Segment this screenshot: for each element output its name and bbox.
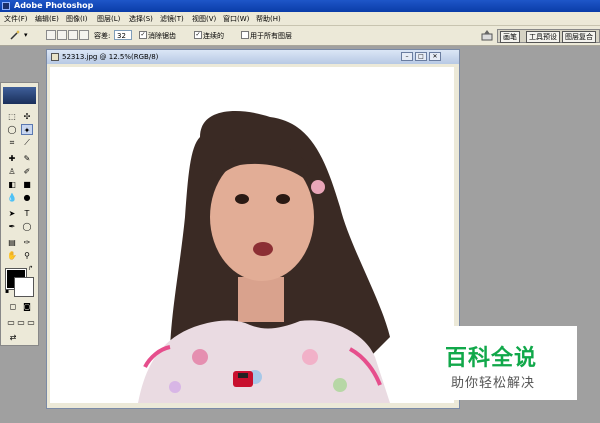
menu-filter[interactable]: 滤镜(T) bbox=[160, 14, 184, 24]
all-layers-label: 用于所有图层 bbox=[250, 32, 292, 40]
tab-brushes[interactable]: 画笔 bbox=[500, 31, 520, 43]
standard-mode-icon[interactable]: ◻ bbox=[7, 301, 19, 312]
quick-mask-mode-icon[interactable]: ◙ bbox=[21, 301, 33, 312]
toolbox: ⬚ ✣ ◯ ✦ ⌗ ⟋ ✚ ✎ ♙ ✐ ◧ ■ 💧 ● ➤ T ✒ ◯ ▤ ✑ … bbox=[0, 82, 39, 346]
watermark-subtitle: 助你轻松解决 bbox=[451, 376, 536, 391]
watermark-overlay: 百科全说 助你轻松解决 bbox=[411, 326, 577, 400]
crop-tool-icon[interactable]: ⌗ bbox=[6, 137, 18, 148]
menu-help[interactable]: 帮助(H) bbox=[256, 14, 281, 24]
tab-layer-comps[interactable]: 图层复合 bbox=[562, 31, 596, 43]
document-title-bar: 52313.jpg @ 12.5%(RGB/8) – □ ✕ bbox=[47, 50, 459, 64]
new-selection-button[interactable] bbox=[46, 30, 56, 40]
background-color-swatch[interactable] bbox=[14, 277, 34, 297]
title-bar: Adobe Photoshop bbox=[0, 0, 600, 12]
history-brush-tool-icon[interactable]: ✐ bbox=[21, 166, 33, 177]
minimize-button[interactable]: – bbox=[401, 52, 413, 61]
pen-tool-icon[interactable]: ✒ bbox=[6, 221, 18, 232]
subtract-selection-button[interactable] bbox=[68, 30, 78, 40]
contiguous-label: 连续的 bbox=[203, 32, 224, 40]
photoshop-app-icon bbox=[2, 2, 10, 10]
slice-tool-icon[interactable]: ⟋ bbox=[21, 137, 33, 148]
healing-brush-tool-icon[interactable]: ✚ bbox=[6, 153, 18, 164]
contiguous-checkbox[interactable]: ✓ bbox=[194, 31, 202, 39]
all-layers-checkbox[interactable] bbox=[241, 31, 249, 39]
menu-edit[interactable]: 编辑(E) bbox=[35, 14, 59, 24]
menu-layer[interactable]: 图层(L) bbox=[97, 14, 120, 24]
antialias-checkbox[interactable]: ✓ bbox=[139, 31, 147, 39]
blur-tool-icon[interactable]: 💧 bbox=[6, 192, 18, 203]
watermark-title: 百科全说 bbox=[445, 346, 538, 371]
eyedropper-tool-icon[interactable]: ✑ bbox=[21, 237, 33, 248]
tolerance-input[interactable]: 32 bbox=[114, 30, 132, 40]
magic-wand-tool-icon[interactable]: ✦ bbox=[21, 124, 33, 135]
lasso-tool-icon[interactable]: ◯ bbox=[6, 124, 18, 135]
palette-well: 画笔 工具预设 图层复合 bbox=[497, 29, 600, 43]
notes-tool-icon[interactable]: ▤ bbox=[6, 237, 18, 248]
menu-image[interactable]: 图像(I) bbox=[66, 14, 88, 24]
menu-file[interactable]: 文件(F) bbox=[4, 14, 28, 24]
edit-in-imageready-icon[interactable]: ⇄ bbox=[7, 332, 19, 343]
path-selection-tool-icon[interactable]: ➤ bbox=[6, 208, 18, 219]
menu-select[interactable]: 选择(S) bbox=[129, 14, 153, 24]
type-tool-icon[interactable]: T bbox=[21, 208, 33, 219]
default-colors-icon[interactable]: ▪ bbox=[5, 288, 13, 295]
brush-palette-icon[interactable] bbox=[481, 29, 493, 41]
hand-tool-icon[interactable]: ✋ bbox=[6, 250, 18, 261]
tool-preset-dropdown-icon[interactable]: ▾ bbox=[24, 31, 28, 39]
full-screen-mode-icon[interactable]: ▭ bbox=[25, 317, 37, 328]
document-window: 52313.jpg @ 12.5%(RGB/8) – □ ✕ bbox=[46, 49, 460, 409]
zoom-tool-icon[interactable]: ⚲ bbox=[21, 250, 33, 261]
girl-photo bbox=[138, 111, 390, 403]
photoshop-feather-logo[interactable] bbox=[3, 87, 36, 104]
swap-colors-icon[interactable]: ↱ bbox=[28, 265, 36, 272]
magic-wand-icon[interactable] bbox=[9, 29, 21, 41]
image-canvas[interactable] bbox=[50, 67, 454, 403]
brush-tool-icon[interactable]: ✎ bbox=[21, 153, 33, 164]
menu-bar: 文件(F) 编辑(E) 图像(I) 图层(L) 选择(S) 滤镜(T) 视图(V… bbox=[0, 12, 600, 26]
move-tool-icon[interactable]: ✣ bbox=[21, 111, 33, 122]
app-title: Adobe Photoshop bbox=[14, 1, 94, 10]
antialias-label: 消除锯齿 bbox=[148, 32, 176, 40]
marquee-tool-icon[interactable]: ⬚ bbox=[6, 111, 18, 122]
clone-stamp-tool-icon[interactable]: ♙ bbox=[6, 166, 18, 177]
menu-window[interactable]: 窗口(W) bbox=[223, 14, 249, 24]
add-selection-button[interactable] bbox=[57, 30, 67, 40]
close-button[interactable]: ✕ bbox=[429, 52, 441, 61]
eraser-tool-icon[interactable]: ◧ bbox=[6, 179, 18, 190]
maximize-button[interactable]: □ bbox=[415, 52, 427, 61]
document-title: 52313.jpg @ 12.5%(RGB/8) bbox=[62, 53, 159, 61]
document-icon bbox=[51, 53, 59, 61]
dodge-tool-icon[interactable]: ● bbox=[21, 192, 33, 203]
shape-tool-icon[interactable]: ◯ bbox=[21, 221, 33, 232]
gradient-tool-icon[interactable]: ■ bbox=[21, 179, 33, 190]
menu-view[interactable]: 视图(V) bbox=[192, 14, 216, 24]
intersect-selection-button[interactable] bbox=[79, 30, 89, 40]
tolerance-label: 容差: bbox=[94, 32, 111, 40]
tab-tool-presets[interactable]: 工具预设 bbox=[526, 31, 560, 43]
